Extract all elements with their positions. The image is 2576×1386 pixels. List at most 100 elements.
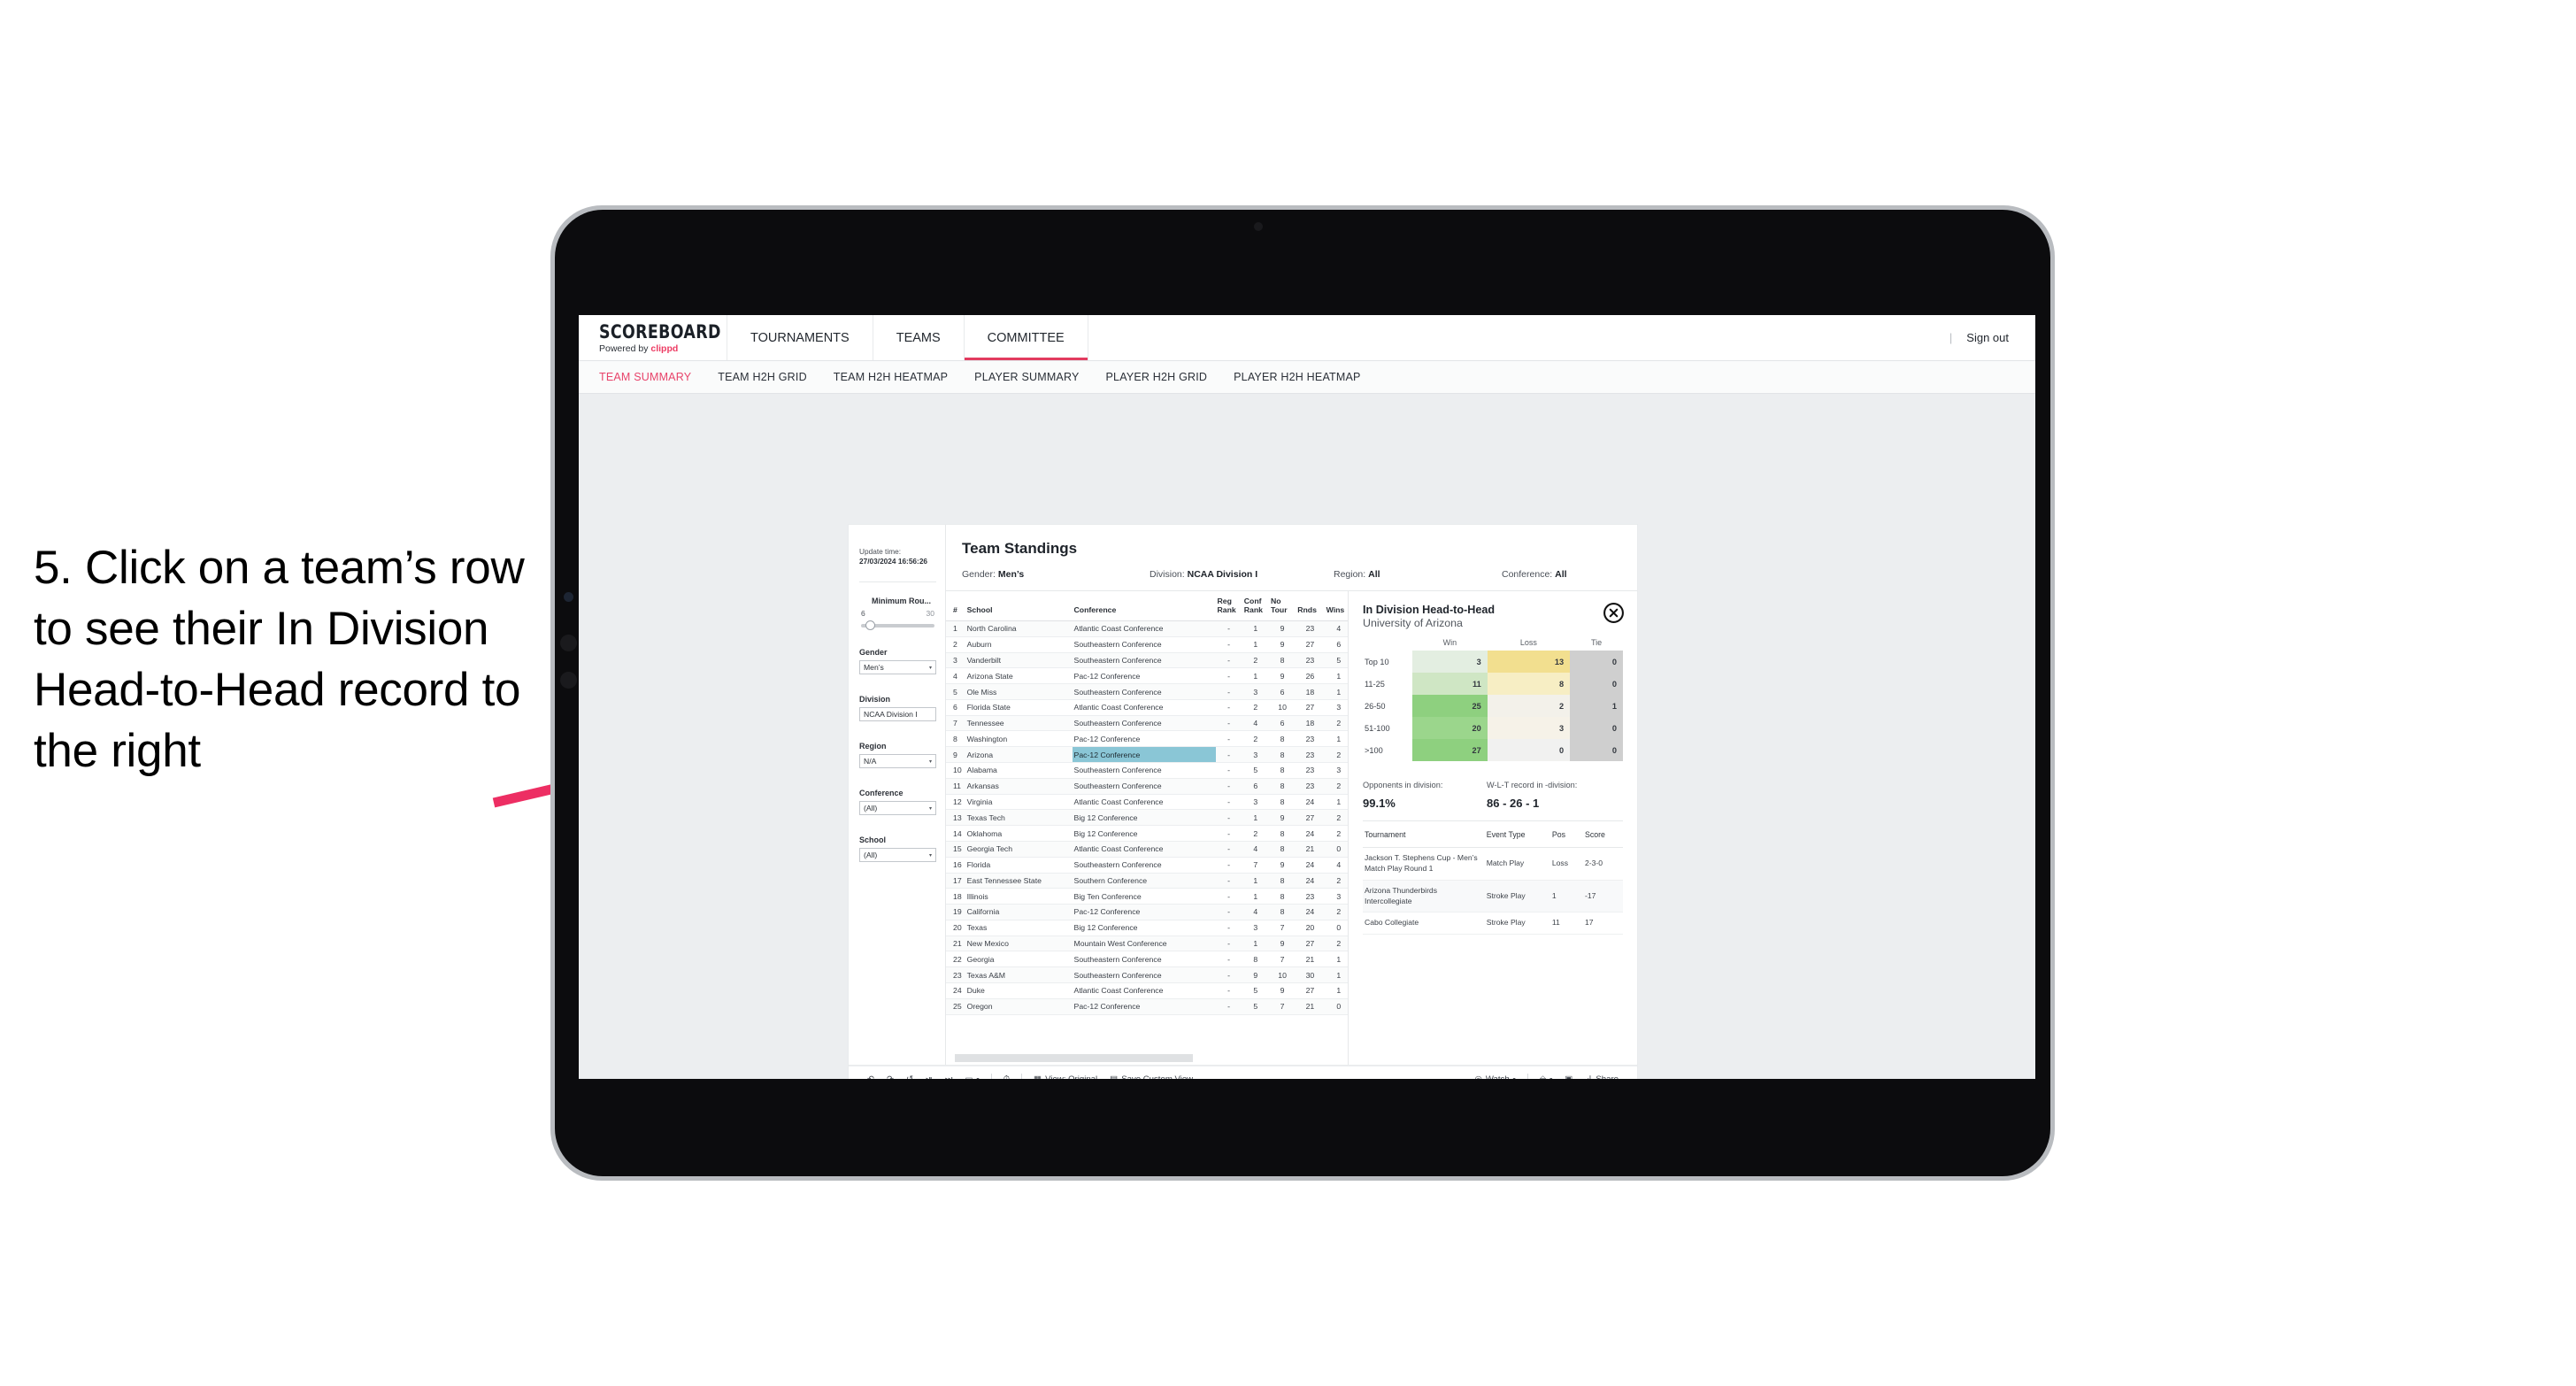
cell-cr: 4 <box>1242 841 1269 858</box>
tab-team-h2h-heatmap[interactable]: TEAM H2H HEATMAP <box>834 371 948 383</box>
cell-conf: Southeastern Conference <box>1072 715 1216 732</box>
table-row[interactable]: 23 Texas A&M Southeastern Conference -9 10 30… <box>946 966 1348 983</box>
clock-icon: ⏱ <box>1003 1075 1010 1079</box>
view-original-button[interactable]: ▦View: Original <box>1027 1074 1103 1079</box>
horizontal-scrollbar-track[interactable] <box>946 1051 1348 1066</box>
col-event-type[interactable]: Event Type <box>1484 830 1550 848</box>
table-row[interactable]: 24 Duke Atlantic Coast Conference -5 9 27 1 <box>946 982 1348 999</box>
filter-select-region[interactable]: N/A ▾ <box>859 754 936 769</box>
tab-team-h2h-grid[interactable]: TEAM H2H GRID <box>718 371 807 383</box>
table-row[interactable]: 11 Arkansas Southeastern Conference -6 8 23 2 <box>946 778 1348 795</box>
table-row[interactable]: 12 Virginia Atlantic Coast Conference -3 8 24… <box>946 794 1348 811</box>
col-wins[interactable]: Wins <box>1324 591 1348 621</box>
col-rank[interactable]: # <box>946 591 965 621</box>
wlt-value: 86 - 26 - 1 <box>1487 797 1540 810</box>
nav-item-tournaments[interactable]: TOURNAMENTS <box>727 315 873 360</box>
layout-button[interactable]: ▭▾ <box>958 1075 985 1079</box>
tab-team-summary[interactable]: TEAM SUMMARY <box>599 371 691 383</box>
minimum-rounds-slider[interactable] <box>861 620 934 631</box>
table-row[interactable]: 2 Auburn Southeastern Conference -1 9 27 6 <box>946 636 1348 653</box>
filter-select-division[interactable]: NCAA Division I <box>859 707 936 722</box>
filter-select-conference[interactable]: (All) ▾ <box>859 801 936 816</box>
standings-scroll-area[interactable]: # School Conference Reg Rank Conf Rank No T… <box>946 591 1348 1051</box>
filter-select-gender[interactable]: Men’s ▾ <box>859 660 936 675</box>
horizontal-scrollbar-thumb[interactable] <box>955 1054 1194 1062</box>
save-custom-view-button[interactable]: ▤Save Custom View <box>1103 1074 1199 1079</box>
cell-wins: 0 <box>1324 841 1348 858</box>
cell-wins: 2 <box>1324 904 1348 920</box>
table-row[interactable]: 15 Georgia Tech Atlantic Coast Conference -… <box>946 841 1348 858</box>
cell-school: Arizona State <box>965 667 1073 685</box>
table-row[interactable]: 3 Vanderbilt Southeastern Conference -2 8 23 5 <box>946 652 1348 669</box>
redo-button[interactable]: ↷ <box>880 1075 900 1079</box>
cell-reg: - <box>1215 904 1242 920</box>
list-item[interactable]: Arizona Thunderbirds Intercollegiate Stro… <box>1363 880 1623 913</box>
tablet-device: SCOREBOARD Powered by clippd TOURNAMENTS… <box>550 205 2055 1181</box>
tab-player-summary[interactable]: PLAYER SUMMARY <box>974 371 1079 383</box>
standings-table-head: # School Conference Reg Rank Conf Rank No T… <box>946 591 1348 621</box>
slider-handle[interactable] <box>865 620 875 631</box>
filter-dropdown-list: Gender Men’s ▾ Division NCAA Division I Regio… <box>859 648 936 863</box>
pause-button[interactable]: ⏭ <box>939 1075 959 1079</box>
list-item[interactable]: Jackson T. Stephens Cup - Men’s Match Pl… <box>1363 847 1623 881</box>
col-pos[interactable]: Pos <box>1549 830 1583 848</box>
table-row[interactable]: 25 Oregon Pac-12 Conference -5 7 21 0 <box>946 998 1348 1015</box>
refresh-button[interactable]: ⏯ <box>919 1075 939 1079</box>
revert-button[interactable]: ↺ <box>900 1075 919 1079</box>
cell-wins: 1 <box>1324 951 1348 968</box>
cell-nt: 8 <box>1268 841 1296 858</box>
list-item[interactable]: Cabo Collegiate Stroke Play 11 17 <box>1363 912 1623 936</box>
nav-item-committee[interactable]: COMMITTEE <box>964 315 1088 360</box>
table-row[interactable]: 6 Florida State Atlantic Coast Conference -… <box>946 699 1348 716</box>
table-row[interactable]: 20 Texas Big 12 Conference -3 7 20 0 <box>946 920 1348 936</box>
brand-logo[interactable]: SCOREBOARD Powered by clippd <box>579 315 727 360</box>
table-row[interactable]: 22 Georgia Southeastern Conference -8 7 21 1 <box>946 951 1348 968</box>
table-row[interactable]: 8 Washington Pac-12 Conference -2 8 23 1 <box>946 730 1348 748</box>
table-row[interactable]: 13 Texas Tech Big 12 Conference -1 9 27 2 <box>946 809 1348 827</box>
close-circle-icon[interactable] <box>1603 602 1625 624</box>
cell-nt: 8 <box>1268 904 1296 920</box>
history-button[interactable]: ⏱ <box>997 1075 1016 1079</box>
h2h-row: 11-25 11 8 0 <box>1363 673 1623 695</box>
col-conf-rank[interactable]: Conf Rank <box>1242 591 1269 621</box>
table-row[interactable]: 5 Ole Miss Southeastern Conference -3 6 18 1 <box>946 683 1348 700</box>
table-row[interactable]: 21 New Mexico Mountain West Conference -1 9 2… <box>946 936 1348 952</box>
col-score[interactable]: Score <box>1582 830 1623 848</box>
table-row[interactable]: 7 Tennessee Southeastern Conference -4 6 18 2 <box>946 715 1348 732</box>
table-row[interactable]: 16 Florida Southeastern Conference -7 9 24 4 <box>946 857 1348 874</box>
sign-out-link[interactable]: Sign out <box>1966 331 2009 344</box>
fullscreen-button[interactable]: ▣ <box>1558 1075 1579 1079</box>
table-row[interactable]: 10 Alabama Southeastern Conference -5 8 23 3 <box>946 762 1348 779</box>
col-no-tour[interactable]: No Tour <box>1268 591 1296 621</box>
dashboard-canvas: Update time: 27/03/2024 16:56:26 Minimum… <box>579 394 2035 1079</box>
share-button[interactable]: ↲ Share <box>1579 1074 1625 1079</box>
tab-player-h2h-grid[interactable]: PLAYER H2H GRID <box>1106 371 1208 383</box>
table-row[interactable]: 17 East Tennessee State Southern Conferenc… <box>946 873 1348 889</box>
cell-nt: 8 <box>1268 873 1296 889</box>
filter-select-school[interactable]: (All) ▾ <box>859 848 936 863</box>
undo-button[interactable]: ↶ <box>861 1075 880 1079</box>
table-row[interactable]: 19 California Pac-12 Conference -4 8 24 2 <box>946 904 1348 920</box>
col-conference[interactable]: Conference <box>1072 591 1216 621</box>
tournament-type: Stroke Play <box>1484 880 1550 913</box>
col-school[interactable]: School <box>965 591 1073 621</box>
table-row[interactable]: 1 North Carolina Atlantic Coast Conference… <box>946 620 1348 637</box>
col-rnds[interactable]: Rnds <box>1296 591 1325 621</box>
col-tournament[interactable]: Tournament <box>1363 830 1485 848</box>
table-row[interactable]: 18 Illinois Big Ten Conference -1 8 23 3 <box>946 888 1348 905</box>
nav-item-teams[interactable]: TEAMS <box>873 315 965 360</box>
watch-button[interactable]: ◎ Watch▾ <box>1468 1074 1521 1079</box>
cell-reg: - <box>1215 920 1242 936</box>
cell-school: Georgia Tech <box>965 841 1073 858</box>
tab-player-h2h-heatmap[interactable]: PLAYER H2H HEATMAP <box>1234 371 1360 383</box>
cell-reg: - <box>1215 873 1242 889</box>
download-button[interactable]: ⎒▾ <box>1534 1075 1559 1079</box>
page-title: Team Standings <box>962 540 1078 557</box>
table-row[interactable]: 14 Oklahoma Big 12 Conference -2 8 24 2 <box>946 825 1348 842</box>
cell-nt: 8 <box>1268 794 1296 811</box>
cell-cr: 4 <box>1242 715 1269 732</box>
table-row[interactable]: 9 Arizona Pac-12 Conference -3 8 23 2 <box>946 746 1348 764</box>
table-row[interactable]: 4 Arizona State Pac-12 Conference -1 9 26 1 <box>946 667 1348 685</box>
col-reg-rank[interactable]: Reg Rank <box>1215 591 1242 621</box>
cell-rnds: 18 <box>1296 683 1325 700</box>
